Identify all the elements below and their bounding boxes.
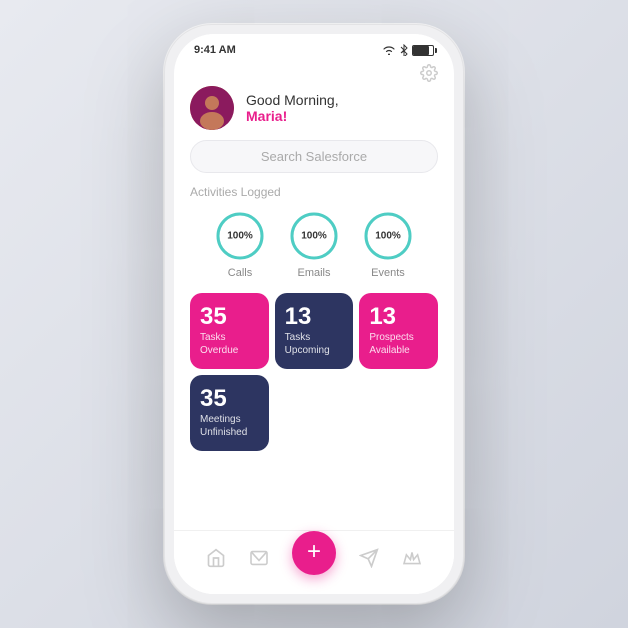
meetings-unfinished-card[interactable]: 35 MeetingsUnfinished (190, 375, 269, 451)
search-placeholder: Search Salesforce (261, 149, 367, 164)
emails-label: Emails (297, 267, 330, 279)
header: Good Morning, Maria! (174, 82, 454, 140)
tasks-overdue-number: 35 (200, 305, 227, 329)
tasks-overdue-card[interactable]: 35 TasksOverdue (190, 293, 269, 369)
add-icon: + (307, 540, 321, 564)
bluetooth-icon (400, 44, 408, 56)
greeting-text: Good Morning, Maria! (246, 92, 339, 124)
activity-calls[interactable]: 100% Calls (213, 209, 267, 279)
greeting-line1: Good Morning, (246, 92, 339, 108)
battery-icon (412, 45, 434, 56)
prospects-available-card[interactable]: 13 ProspectsAvailable (359, 293, 438, 369)
activities-row: 100% Calls 100% Emails (174, 209, 454, 293)
settings-area (174, 60, 454, 82)
events-percent: 100% (375, 231, 401, 242)
tasks-upcoming-number: 13 (285, 305, 312, 329)
events-label: Events (371, 267, 405, 279)
mail-icon (249, 550, 269, 566)
phone-screen: 9:41 AM (174, 34, 454, 594)
prospects-label: ProspectsAvailable (369, 331, 413, 357)
meetings-number: 35 (200, 387, 227, 411)
greeting-name: Maria! (246, 108, 339, 124)
send-nav-item[interactable] (358, 547, 380, 569)
stats-grid-row1: 35 TasksOverdue 13 TasksUpcoming 13 Pros… (174, 293, 454, 369)
status-time: 9:41 AM (194, 44, 236, 56)
search-bar[interactable]: Search Salesforce (190, 140, 438, 173)
emails-circle: 100% (287, 209, 341, 263)
status-bar: 9:41 AM (174, 34, 454, 60)
phone-frame: 9:41 AM (164, 24, 464, 604)
activity-emails[interactable]: 100% Emails (287, 209, 341, 279)
add-button[interactable]: + (292, 531, 336, 575)
settings-icon[interactable] (420, 64, 438, 82)
prospects-number: 13 (369, 305, 396, 329)
tasks-overdue-label: TasksOverdue (200, 331, 238, 357)
crown-nav-item[interactable] (401, 547, 423, 569)
avatar (190, 86, 234, 130)
calls-percent: 100% (227, 231, 253, 242)
calls-label: Calls (228, 267, 252, 279)
tasks-upcoming-card[interactable]: 13 TasksUpcoming (275, 293, 354, 369)
emails-percent: 100% (301, 231, 327, 242)
avatar-image (190, 86, 234, 130)
bottom-nav: + (174, 530, 454, 594)
status-icons (382, 44, 434, 56)
calls-circle: 100% (213, 209, 267, 263)
activities-section-label: Activities Logged (174, 185, 454, 209)
crown-icon (402, 550, 422, 566)
activity-events[interactable]: 100% Events (361, 209, 415, 279)
home-nav-item[interactable] (205, 547, 227, 569)
tasks-upcoming-label: TasksUpcoming (285, 331, 330, 357)
stats-grid-row2: 35 MeetingsUnfinished (174, 369, 454, 451)
wifi-icon (382, 45, 396, 55)
home-icon (206, 548, 226, 568)
events-circle: 100% (361, 209, 415, 263)
meetings-label: MeetingsUnfinished (200, 413, 247, 439)
mail-nav-item[interactable] (248, 547, 270, 569)
send-icon (359, 548, 379, 568)
